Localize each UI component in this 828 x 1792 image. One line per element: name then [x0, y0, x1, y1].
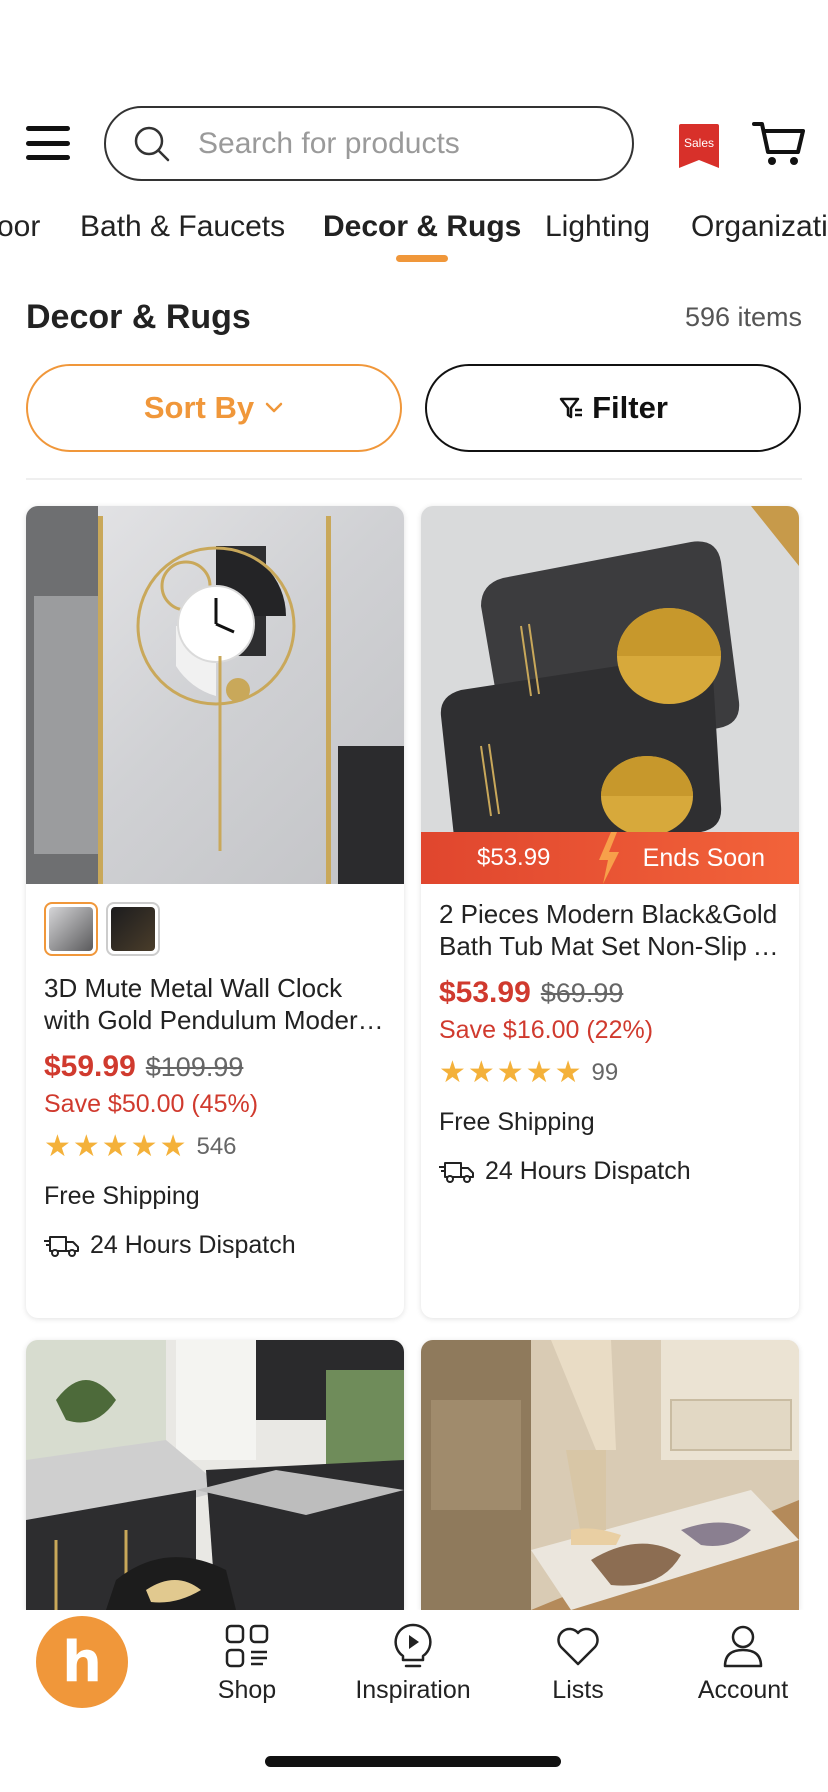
- home-logo-label: h: [62, 1629, 102, 1695]
- savings-text: Save $50.00 (45%): [44, 1090, 259, 1118]
- lightning-icon: [599, 832, 619, 884]
- sales-icon[interactable]: Sales: [675, 122, 723, 172]
- filter-button[interactable]: Filter: [425, 364, 801, 452]
- chevron-down-icon: [265, 402, 283, 413]
- product-title-line: with Gold Pendulum Modern Wall Clock: [44, 1005, 386, 1035]
- menu-icon[interactable]: [26, 123, 70, 163]
- product-image[interactable]: [421, 1340, 799, 1610]
- rating-row: ★★★★★ 546: [44, 1129, 386, 1164]
- nav-shop-label: Shop: [217, 1676, 277, 1704]
- search-icon: [134, 126, 170, 161]
- product-title-line: Bath Tub Mat Set Non-Slip Absorbent: [439, 931, 781, 961]
- shipping-text: Free Shipping: [44, 1182, 200, 1210]
- dispatch-text: 24 Hours Dispatch: [90, 1231, 296, 1259]
- nav-lists-label: Lists: [552, 1676, 604, 1704]
- product-image[interactable]: [26, 506, 404, 884]
- product-title[interactable]: 3D Mute Metal Wall Clock with Gold Pendu…: [44, 972, 386, 1036]
- price-row: $59.99 $109.99: [44, 1050, 386, 1084]
- product-title[interactable]: 2 Pieces Modern Black&Gold Bath Tub Mat …: [439, 898, 781, 962]
- divider: [26, 478, 802, 480]
- review-count: 99: [591, 1058, 619, 1086]
- filter-icon: [559, 397, 583, 419]
- page-title: Decor & Rugs: [26, 298, 251, 336]
- product-title-line: 2 Pieces Modern Black&Gold: [439, 899, 778, 929]
- nav-inspiration[interactable]: Inspiration: [338, 1622, 488, 1705]
- home-indicator: [265, 1756, 561, 1767]
- home-logo-button[interactable]: h: [36, 1616, 128, 1708]
- deal-price: $53.99: [477, 844, 551, 871]
- review-count: 546: [196, 1132, 237, 1160]
- sale-price: $53.99: [439, 976, 531, 1009]
- dispatch-row: 24 Hours Dispatch: [44, 1231, 386, 1260]
- deal-ends-label: Ends Soon: [642, 843, 765, 872]
- category-tabs: oor Bath & Faucets Decor & Rugs Lighting…: [0, 206, 828, 262]
- dispatch-row: 24 Hours Dispatch: [439, 1157, 781, 1186]
- product-card[interactable]: 3D Mute Metal Wall Clock with Gold Pendu…: [26, 506, 404, 1318]
- product-card[interactable]: $53.99 Ends Soon 2 Pieces Modern Black&G…: [421, 506, 799, 1318]
- product-image[interactable]: [26, 1340, 404, 1610]
- truck-icon: [439, 1161, 474, 1183]
- cart-icon[interactable]: [752, 118, 806, 168]
- swatch-gray[interactable]: [44, 902, 98, 956]
- filter-label: Filter: [592, 390, 668, 425]
- sort-button[interactable]: Sort By: [26, 364, 402, 452]
- sort-label: Sort By: [143, 390, 255, 425]
- header: Sales: [0, 106, 828, 182]
- color-swatches: [44, 902, 386, 956]
- product-title-line: 3D Mute Metal Wall Clock: [44, 973, 343, 1003]
- shop-grid-icon: [225, 1624, 269, 1668]
- bottom-nav: h Shop Inspiration Lists Account: [0, 1610, 828, 1720]
- tab-outdoor[interactable]: oor: [0, 206, 40, 256]
- product-card[interactable]: [26, 1340, 404, 1610]
- tab-bath-faucets[interactable]: Bath & Faucets: [80, 206, 285, 256]
- tab-lighting[interactable]: Lighting: [545, 206, 650, 256]
- deal-banner: $53.99 Ends Soon: [421, 832, 799, 884]
- sales-badge-label: Sales: [684, 136, 714, 150]
- shipping-text: Free Shipping: [439, 1108, 595, 1136]
- original-price: $109.99: [145, 1052, 244, 1082]
- search-bar[interactable]: [104, 106, 634, 181]
- truck-icon: [44, 1235, 79, 1257]
- original-price: $69.99: [540, 978, 624, 1008]
- account-person-icon: [723, 1625, 763, 1668]
- product-card[interactable]: [421, 1340, 799, 1610]
- inspiration-bulb-icon: [394, 1623, 432, 1668]
- nav-inspiration-label: Inspiration: [355, 1676, 471, 1704]
- product-image[interactable]: $53.99 Ends Soon: [421, 506, 799, 884]
- nav-account-label: Account: [697, 1676, 789, 1704]
- savings-text: Save $16.00 (22%): [439, 1016, 654, 1044]
- tab-decor-rugs[interactable]: Decor & Rugs: [323, 206, 521, 256]
- rating-row: ★★★★★ 99: [439, 1055, 781, 1090]
- item-count: 596 items: [684, 302, 802, 332]
- swatch-black[interactable]: [106, 902, 160, 956]
- price-row: $53.99 $69.99: [439, 976, 781, 1010]
- sale-price: $59.99: [44, 1050, 136, 1083]
- nav-shop[interactable]: Shop: [172, 1622, 322, 1705]
- nav-account[interactable]: Account: [668, 1622, 818, 1705]
- star-rating-icon: ★★★★★: [439, 1055, 584, 1090]
- search-input[interactable]: [198, 126, 598, 161]
- star-rating-icon: ★★★★★: [44, 1129, 189, 1164]
- tab-organization[interactable]: Organization: [691, 206, 828, 256]
- heart-icon: [557, 1627, 599, 1666]
- nav-lists[interactable]: Lists: [503, 1622, 653, 1705]
- dispatch-text: 24 Hours Dispatch: [485, 1157, 691, 1185]
